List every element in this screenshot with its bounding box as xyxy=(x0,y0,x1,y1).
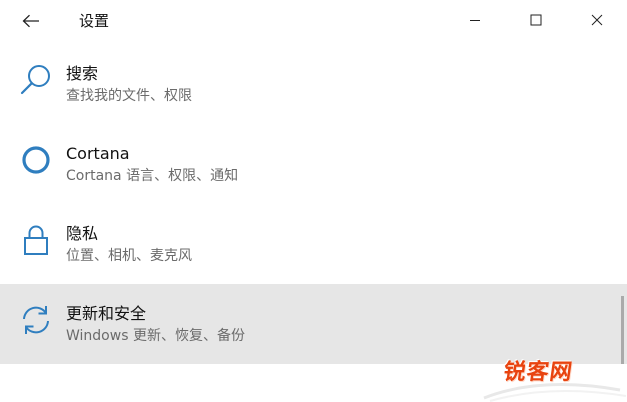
window-title: 设置 xyxy=(79,12,110,30)
maximize-button[interactable] xyxy=(505,0,566,40)
lock-icon xyxy=(18,222,54,258)
scrollbar-thumb[interactable] xyxy=(621,296,624,364)
settings-item-cortana[interactable]: Cortana Cortana 语言、权限、通知 xyxy=(0,124,627,204)
window-controls xyxy=(444,0,627,40)
watermark-logo: 锐客网 xyxy=(501,360,575,385)
close-icon xyxy=(591,14,602,26)
settings-item-update-security[interactable]: 更新和安全 Windows 更新、恢复、备份 xyxy=(0,284,627,364)
settings-item-label: Cortana xyxy=(66,144,130,163)
settings-window: 设置 搜索 查找我的文件、权限 Cortana Cortana 语言、权限、通知… xyxy=(0,0,627,402)
cortana-icon xyxy=(18,142,54,178)
settings-item-description: Cortana 语言、权限、通知 xyxy=(66,168,239,184)
back-button[interactable] xyxy=(12,6,50,36)
title-bar: 设置 xyxy=(0,0,627,44)
close-button[interactable] xyxy=(566,0,627,40)
settings-item-search[interactable]: 搜索 查找我的文件、权限 xyxy=(0,44,627,124)
search-icon xyxy=(18,62,54,98)
minimize-button[interactable] xyxy=(444,0,505,40)
settings-item-description: 查找我的文件、权限 xyxy=(66,88,192,104)
settings-item-label: 更新和安全 xyxy=(66,304,147,323)
settings-item-description: 位置、相机、麦克风 xyxy=(66,248,192,264)
settings-item-label: 搜索 xyxy=(66,64,99,83)
sync-icon xyxy=(18,302,54,338)
settings-item-description: Windows 更新、恢复、备份 xyxy=(66,328,245,344)
maximize-icon xyxy=(530,14,541,26)
settings-item-label: 隐私 xyxy=(66,224,99,243)
settings-list: 搜索 查找我的文件、权限 Cortana Cortana 语言、权限、通知 隐私… xyxy=(0,44,627,364)
minimize-icon xyxy=(469,20,480,21)
back-arrow-icon xyxy=(22,14,39,28)
settings-item-privacy[interactable]: 隐私 位置、相机、麦克风 xyxy=(0,204,627,284)
